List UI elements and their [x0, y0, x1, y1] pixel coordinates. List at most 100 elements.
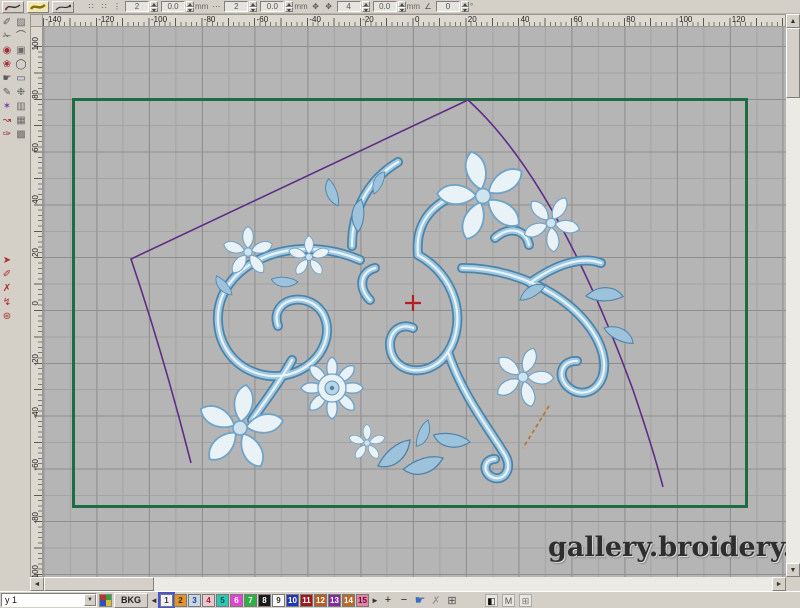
- ruler-label: 0: [31, 301, 40, 306]
- ellipse-tool-icon[interactable]: ◯: [14, 58, 28, 72]
- color-swatch[interactable]: 13: [328, 593, 341, 607]
- density-stepper[interactable]: [150, 1, 158, 12]
- delete-icon[interactable]: ✗: [429, 593, 443, 607]
- ruler-label: -140: [45, 15, 62, 24]
- satin-column-mode-button[interactable]: [27, 0, 49, 13]
- color-swatch[interactable]: 8: [258, 593, 271, 607]
- watermark: gallery.broidery.ru: [548, 532, 786, 563]
- color-swatch[interactable]: 3: [188, 593, 201, 607]
- vertical-scrollbar[interactable]: ▲ ▼: [786, 14, 800, 577]
- horizontal-scrollbar[interactable]: ◄ ►: [30, 577, 786, 591]
- angle-stepper[interactable]: [460, 1, 469, 12]
- spacing-stepper[interactable]: [397, 1, 406, 12]
- palette-next-arrow[interactable]: ►: [371, 596, 379, 605]
- length-stepper[interactable]: [186, 1, 194, 12]
- texture-motif-icon[interactable]: ❉: [14, 86, 28, 100]
- hatch-fill-icon[interactable]: ▨: [14, 16, 28, 30]
- color-swatch[interactable]: 4: [202, 593, 215, 607]
- freehand-curve-mode-button[interactable]: [52, 0, 74, 13]
- color-swatch[interactable]: 9: [272, 593, 285, 607]
- ruler-label: 120: [731, 15, 746, 24]
- color-swatch[interactable]: 11: [300, 593, 313, 607]
- angle-icon[interactable]: ∠: [423, 2, 433, 11]
- arc-tool-icon[interactable]: ⌒: [14, 30, 28, 44]
- vertical-scroll-thumb[interactable]: [786, 28, 800, 98]
- hand-select-icon[interactable]: ☛: [0, 72, 14, 86]
- measure-icon[interactable]: M: [502, 593, 515, 607]
- design-canvas[interactable]: gallery.broidery.ru: [43, 27, 786, 577]
- compensation-a-icon[interactable]: ✥: [311, 2, 321, 11]
- palette-icon[interactable]: [99, 593, 112, 607]
- count-input[interactable]: 4: [336, 1, 361, 12]
- more-dots-icon[interactable]: ⋯: [211, 2, 221, 11]
- color-swatch[interactable]: 6: [230, 593, 243, 607]
- count-stepper[interactable]: [361, 1, 370, 12]
- offset-stepper[interactable]: [285, 1, 294, 12]
- offset-input[interactable]: 0.0: [260, 1, 285, 12]
- width-stepper[interactable]: [249, 1, 258, 12]
- delete-node-icon[interactable]: ✗: [0, 282, 14, 296]
- export-icon[interactable]: ◧: [485, 593, 498, 607]
- spacing-input[interactable]: 0.0: [372, 1, 397, 12]
- ruler-label: -20: [31, 353, 40, 366]
- zoom-in-button[interactable]: +: [381, 593, 395, 607]
- color-swatch[interactable]: 15: [356, 593, 369, 607]
- color-swatch[interactable]: 14: [342, 593, 355, 607]
- color-swatch[interactable]: 7: [244, 593, 257, 607]
- landscape-image-icon[interactable]: ▦: [14, 114, 28, 128]
- bezier-pen-icon[interactable]: ✐: [0, 268, 14, 282]
- width-input[interactable]: 2: [224, 1, 249, 12]
- small-grid-icon[interactable]: ⊞: [519, 593, 532, 607]
- circles-tool-icon[interactable]: ⊛: [0, 310, 14, 324]
- curve-stitch-icon[interactable]: ↝: [0, 114, 14, 128]
- left-toolbar-red-group: ➤ ✐ ✗ ↯ ⊛: [0, 254, 14, 324]
- color-swatch[interactable]: 1: [158, 591, 175, 608]
- red-pen-icon[interactable]: ✑: [0, 128, 14, 142]
- angle-input[interactable]: 0: [435, 1, 460, 12]
- flower-cluster: [189, 138, 592, 476]
- layer-select[interactable]: y 1 ▼: [1, 593, 97, 607]
- embroidery-design: [130, 99, 664, 488]
- scroll-down-button[interactable]: ▼: [786, 563, 800, 577]
- manual-stitch-mode-button[interactable]: [2, 0, 24, 13]
- polyline-icon[interactable]: ↯: [0, 296, 14, 310]
- density-input[interactable]: 2: [125, 1, 149, 12]
- grid-toggle-icon[interactable]: ⊞: [445, 593, 459, 607]
- rectangle-tool-icon[interactable]: ▭: [14, 72, 28, 86]
- pattern-grid-icon[interactable]: ▩: [14, 128, 28, 142]
- color-swatch[interactable]: 10: [286, 593, 299, 607]
- spacing-unit-label: mm: [406, 2, 420, 11]
- palette-prev-arrow[interactable]: ◄: [150, 596, 158, 605]
- node-arrow-icon[interactable]: ➤: [0, 254, 14, 268]
- color-swatch[interactable]: 5: [216, 593, 229, 607]
- horizontal-scroll-thumb[interactable]: [44, 577, 154, 591]
- count-field: 4: [336, 1, 370, 12]
- columns-fill-icon[interactable]: ▥: [14, 100, 28, 114]
- color-swatch[interactable]: 12: [314, 593, 327, 607]
- ruler-label: 100: [31, 37, 40, 51]
- horizontal-ruler: -140 -120 -100 -80 -60 -40 -20 0 20 40 60 80 100 120: [43, 14, 786, 27]
- align-dots-b-icon[interactable]: ∷: [99, 2, 109, 11]
- image-frame-icon[interactable]: ▣: [14, 44, 28, 58]
- ruler-label: -100: [151, 15, 168, 24]
- cut-tool-icon[interactable]: ✁: [0, 30, 14, 44]
- length-input[interactable]: 0.0: [161, 1, 185, 12]
- scroll-up-button[interactable]: ▲: [786, 14, 800, 28]
- background-color-button[interactable]: BKG: [114, 592, 148, 608]
- zoom-out-button[interactable]: −: [397, 593, 411, 607]
- align-dots-a-icon[interactable]: ∷: [86, 2, 96, 11]
- pencil-tool-icon[interactable]: ✎: [0, 86, 14, 100]
- vertical-dots-icon[interactable]: ⋮: [112, 2, 122, 11]
- freehand-pen-icon[interactable]: ✐: [0, 16, 14, 30]
- scroll-right-button[interactable]: ►: [772, 577, 786, 591]
- eye-point-icon[interactable]: ◉: [0, 44, 14, 58]
- chevron-down-icon[interactable]: ▼: [84, 594, 96, 606]
- scroll-left-button[interactable]: ◄: [30, 577, 44, 591]
- star-motif-icon[interactable]: ✶: [0, 100, 14, 114]
- color-swatch[interactable]: 2: [174, 593, 187, 607]
- ruler-label: -60: [31, 459, 40, 471]
- compensation-b-icon[interactable]: ✥: [324, 2, 334, 11]
- scroll-track[interactable]: [154, 577, 772, 591]
- flower-motif-icon[interactable]: ❀: [0, 58, 14, 72]
- pan-hand-icon[interactable]: ☛: [413, 593, 427, 607]
